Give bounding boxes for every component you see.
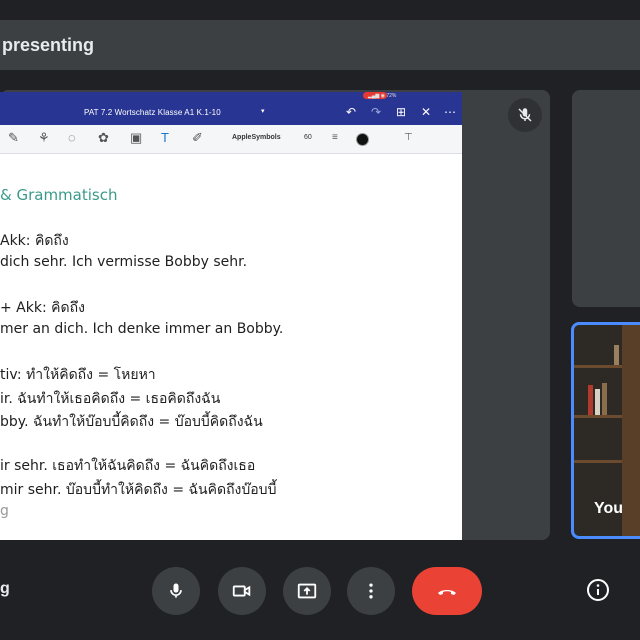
meeting-name: g xyxy=(0,580,10,597)
microphone-icon xyxy=(170,583,182,598)
presenting-text: presenting xyxy=(2,34,95,55)
status-bar: ▂▄▆ ◉ 72% xyxy=(368,93,397,99)
lasso-icon[interactable]: ◌ xyxy=(68,130,76,145)
text-line: tiv: ทำให้คิดถึง = โหยหา xyxy=(0,367,156,383)
shapes-icon[interactable]: ⚘ xyxy=(38,130,50,146)
participant-tile xyxy=(572,90,640,307)
info-icon xyxy=(587,579,609,601)
redo-icon[interactable]: ↷ xyxy=(371,105,381,119)
muted-mic-icon xyxy=(508,98,542,132)
end-call-button[interactable] xyxy=(412,567,482,615)
shared-screen: ▂▄▆ ◉ 72% PAT 7.2 Wortschatz Klasse A1 K… xyxy=(0,92,462,540)
pen-icon[interactable]: ✎ xyxy=(8,130,19,146)
microphone-button[interactable] xyxy=(152,567,200,615)
textbox-icon[interactable]: ⊤ xyxy=(404,132,413,143)
more-options-icon xyxy=(369,583,373,599)
font-size[interactable]: 60 xyxy=(304,134,312,141)
add-page-icon[interactable]: ⊞ xyxy=(396,105,406,119)
present-screen-icon xyxy=(297,583,317,599)
image-icon[interactable]: ▣ xyxy=(130,130,142,146)
text-line: dich sehr. Ich vermisse Bobby sehr. xyxy=(0,254,248,270)
presenting-banner: presenting xyxy=(0,20,640,70)
text-line: + Akk: คิดถึง xyxy=(0,300,85,316)
font-name[interactable]: AppleSymbols xyxy=(232,134,281,141)
undo-icon[interactable]: ↶ xyxy=(346,105,356,119)
battery-percent: 72% xyxy=(386,93,397,99)
end-call-icon xyxy=(438,590,456,595)
self-view-tile[interactable]: You xyxy=(571,322,640,539)
more-icon[interactable]: ⋯ xyxy=(444,105,456,119)
book xyxy=(602,383,607,415)
book xyxy=(614,345,619,365)
chevron-down-icon[interactable]: ▾ xyxy=(261,107,265,115)
text-line: bby. ฉันทำให้บ๊อบบี้คิดถึง = บ๊อบบี้คิดถ… xyxy=(0,414,263,430)
text-line: Akk: คิดถึง xyxy=(0,233,69,249)
camera-icon xyxy=(232,585,251,597)
document-toolbar: ✎ ⚘ ◌ ✿ ▣ T ✐ AppleSymbols 60 ≡ ⊤ xyxy=(0,125,462,154)
info-button[interactable] xyxy=(584,576,612,604)
text-line: ir. ฉันทำให้เธอคิดถึง = เธอคิดถึงฉัน xyxy=(0,391,221,407)
bookcase-side xyxy=(622,325,640,536)
text-line: mir sehr. บ๊อบบี้ทำให้คิดถึง = ฉันคิดถึง… xyxy=(0,482,277,498)
camera-button[interactable] xyxy=(218,567,266,615)
text-line: mer an dich. Ich denke immer an Bobby. xyxy=(0,321,284,337)
align-icon[interactable]: ≡ xyxy=(332,132,338,143)
present-button[interactable] xyxy=(283,567,331,615)
document-titlebar: ▂▄▆ ◉ 72% PAT 7.2 Wortschatz Klasse A1 K… xyxy=(0,92,462,125)
sticker-icon[interactable]: ✿ xyxy=(98,130,109,146)
close-icon[interactable]: ✕ xyxy=(421,105,431,119)
color-picker[interactable] xyxy=(356,133,369,146)
book xyxy=(588,385,593,415)
text-line: g xyxy=(0,503,9,519)
book xyxy=(595,389,600,415)
self-view-label: You xyxy=(594,500,624,517)
text-line: & Grammatisch xyxy=(0,186,118,204)
text-line: ir sehr. เธอทำให้ฉันคิดถึง = ฉันคิดถึงเธ… xyxy=(0,458,256,474)
laser-icon[interactable]: ✐ xyxy=(192,130,203,146)
text-tool-icon[interactable]: T xyxy=(161,130,169,145)
document-title: PAT 7.2 Wortschatz Klasse A1 K.1-10 xyxy=(84,108,221,117)
more-options-button[interactable] xyxy=(347,567,395,615)
